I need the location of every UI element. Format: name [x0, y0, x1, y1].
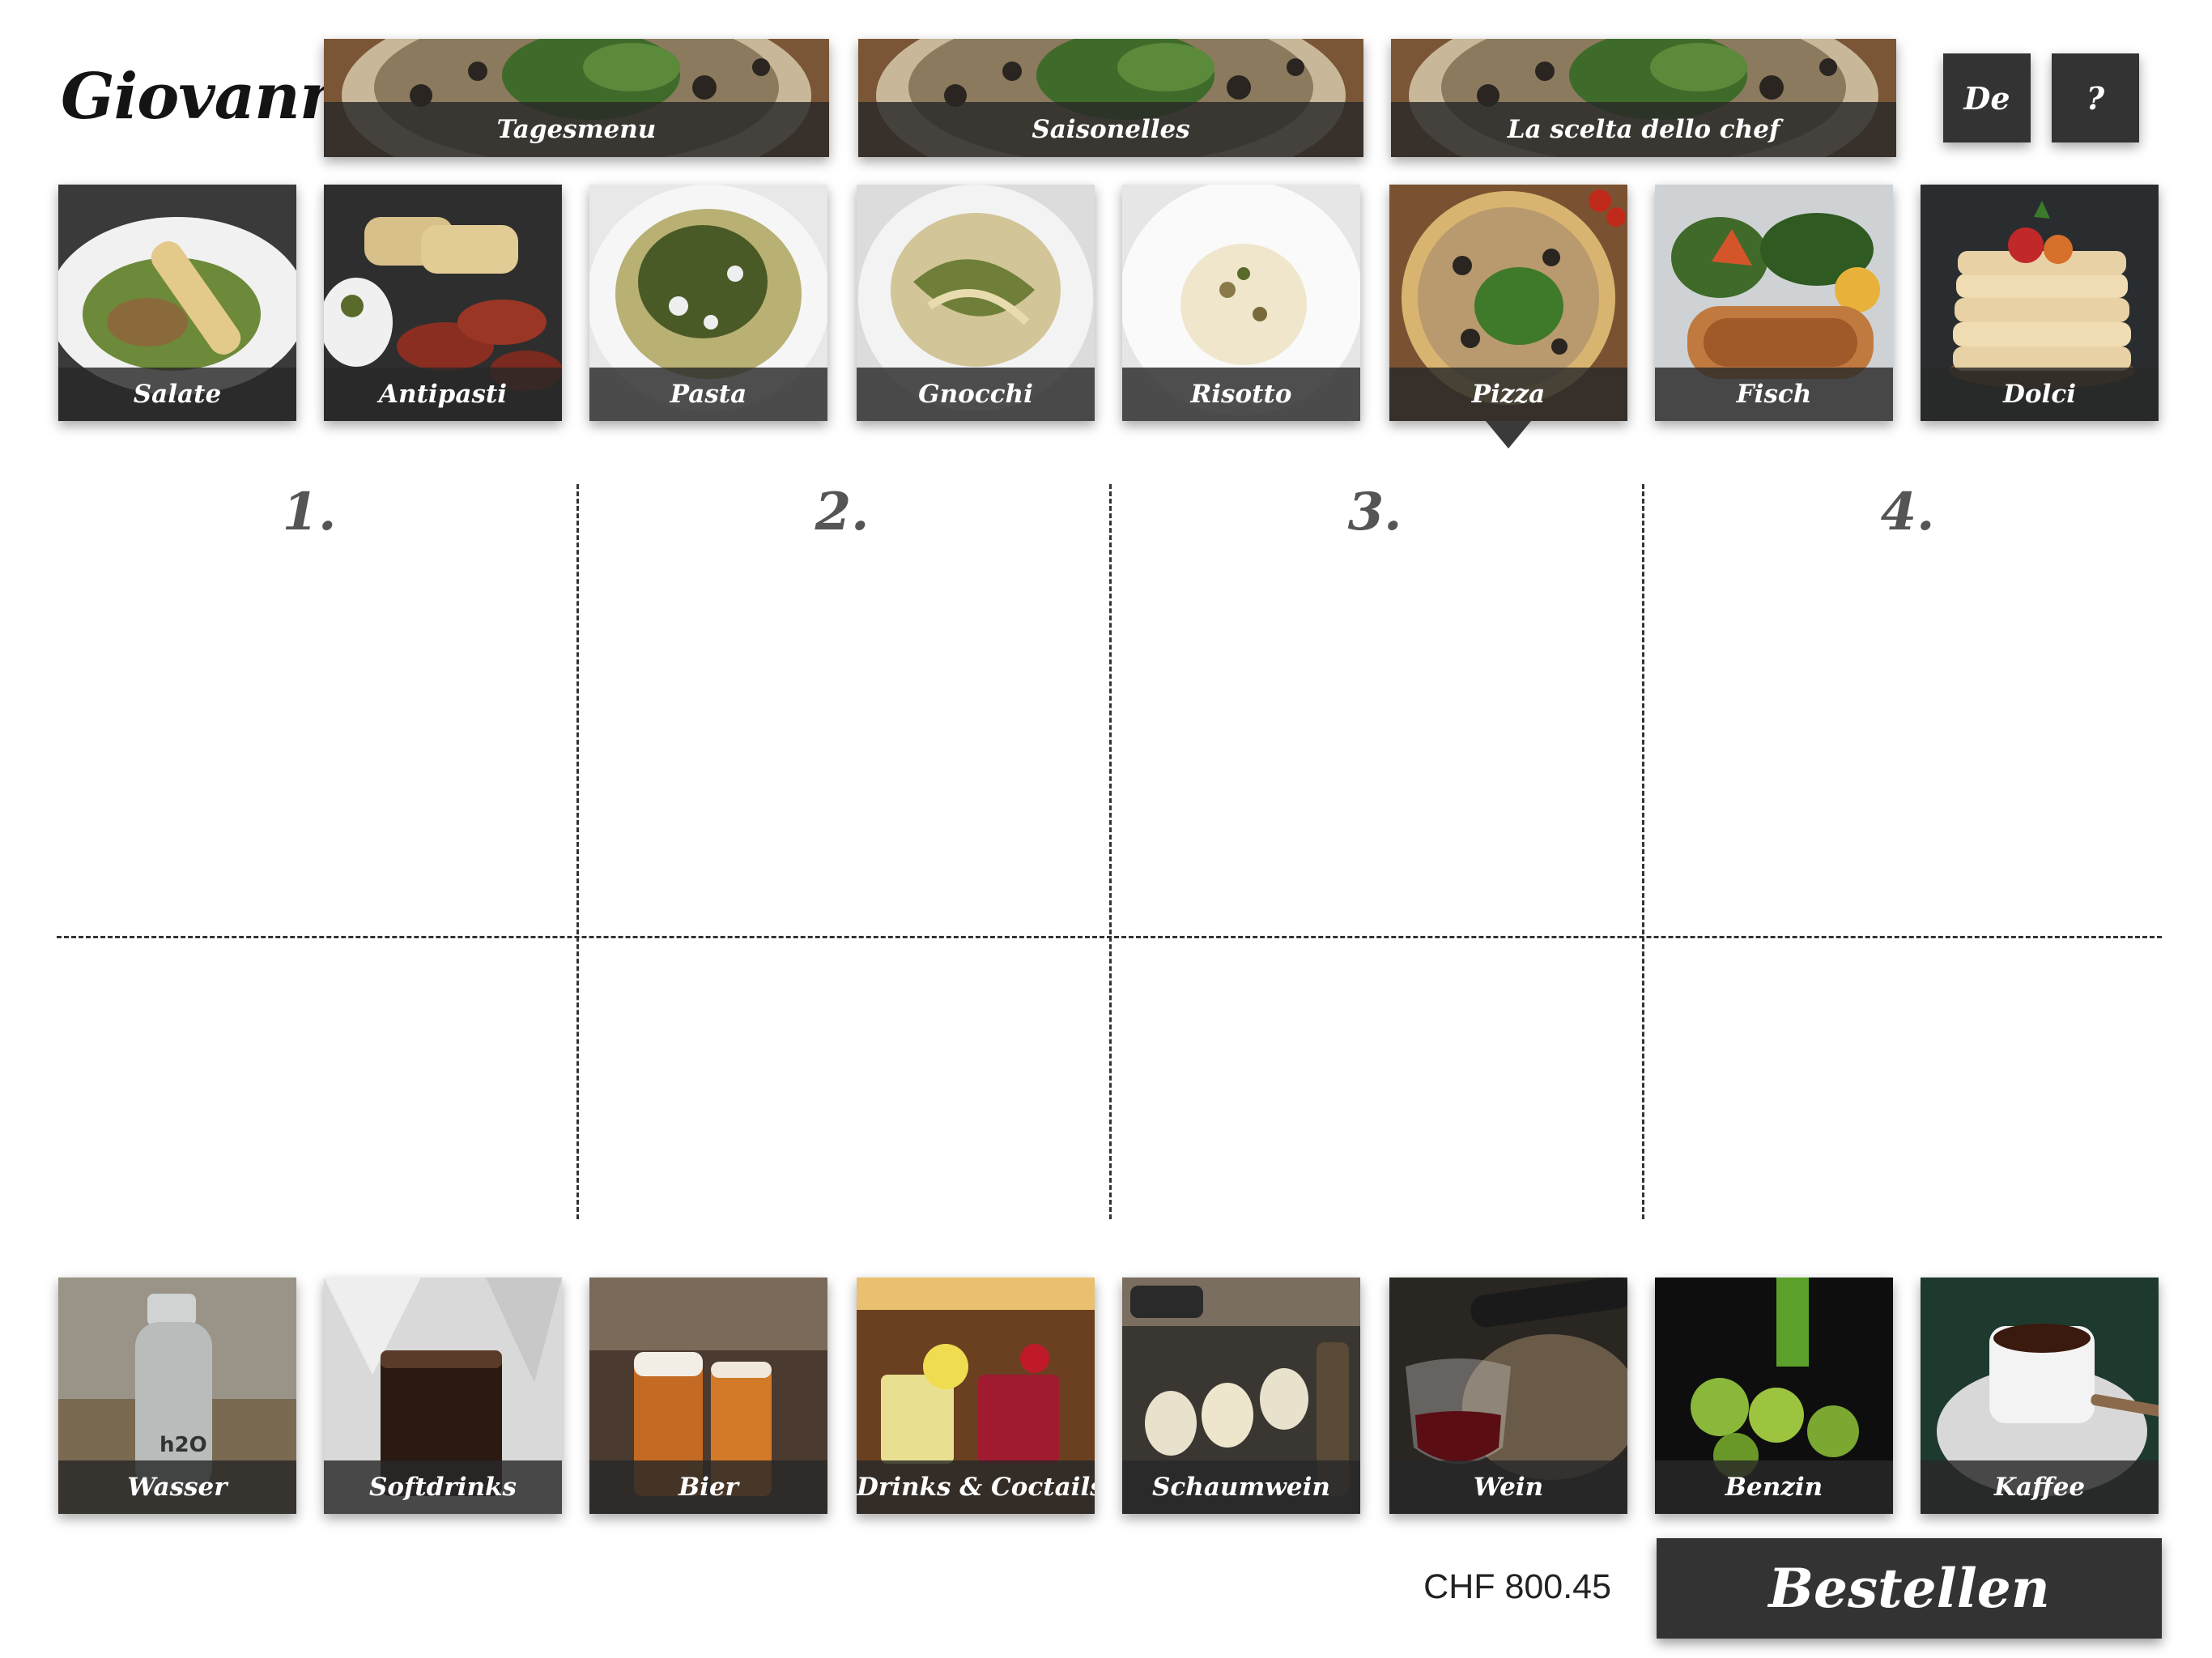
banner-chef-choice[interactable]: La scelta dello chef: [1391, 39, 1896, 157]
drink-wasser[interactable]: h2O Wasser: [58, 1278, 296, 1514]
selected-category-pointer: [1486, 421, 1531, 449]
category-label: Risotto: [1122, 368, 1360, 421]
order-total: CHF 800.45: [1423, 1567, 1611, 1606]
category-pizza[interactable]: Pizza: [1389, 185, 1627, 421]
category-label: Pasta: [589, 368, 827, 421]
drink-wein[interactable]: Wein: [1389, 1278, 1627, 1514]
banner-saisonelles[interactable]: Saisonelles: [858, 39, 1363, 157]
category-label: Antipasti: [324, 368, 562, 421]
category-antipasti[interactable]: Antipasti: [324, 185, 562, 421]
course-drop-zone-1[interactable]: [57, 559, 567, 1214]
category-label: Salate: [58, 368, 296, 421]
drink-label: Wein: [1389, 1460, 1627, 1514]
language-button[interactable]: De: [1943, 53, 2031, 142]
drink-label: Schaumwein: [1122, 1460, 1360, 1514]
category-fisch[interactable]: Fisch: [1655, 185, 1893, 421]
course-number-3: 3.: [1347, 482, 1402, 542]
help-button[interactable]: ?: [2052, 53, 2139, 142]
category-dolci[interactable]: Dolci: [1921, 185, 2159, 421]
course-drop-zone-2[interactable]: [591, 559, 1101, 1214]
category-label: Dolci: [1921, 368, 2159, 421]
category-label: Fisch: [1655, 368, 1893, 421]
drink-label: Benzin: [1655, 1460, 1893, 1514]
drink-label: Drinks & Coctails: [857, 1460, 1095, 1514]
drink-bier[interactable]: Bier: [589, 1278, 827, 1514]
category-gnocchi[interactable]: Gnocchi: [857, 185, 1095, 421]
drink-softdrinks[interactable]: Softdrinks: [324, 1278, 562, 1514]
course-drop-zone-4[interactable]: [1657, 559, 2162, 1214]
app-logo: Giovanni: [61, 60, 368, 134]
drink-label: Kaffee: [1921, 1460, 2159, 1514]
category-salate[interactable]: Salate: [58, 185, 296, 421]
banner-label: Saisonelles: [858, 102, 1363, 157]
column-divider: [576, 484, 579, 1219]
column-divider: [1109, 484, 1112, 1219]
drink-benzin[interactable]: Benzin: [1655, 1278, 1893, 1514]
course-number-4: 4.: [1880, 482, 1935, 542]
drink-schaumwein[interactable]: Schaumwein: [1122, 1278, 1360, 1514]
course-drop-zone-3[interactable]: [1124, 559, 1634, 1214]
course-number-1: 1.: [282, 482, 337, 542]
drink-drinks-coctails[interactable]: Drinks & Coctails: [857, 1278, 1095, 1514]
drink-label: Softdrinks: [324, 1460, 562, 1514]
category-risotto[interactable]: Risotto: [1122, 185, 1360, 421]
category-pasta[interactable]: Pasta: [589, 185, 827, 421]
drink-kaffee[interactable]: Kaffee: [1921, 1278, 2159, 1514]
category-label: Gnocchi: [857, 368, 1095, 421]
banner-label: Tagesmenu: [324, 102, 829, 157]
banner-label: La scelta dello chef: [1391, 102, 1896, 157]
order-button[interactable]: Bestellen: [1657, 1538, 2162, 1639]
column-divider: [1642, 484, 1644, 1219]
banner-tagesmenu[interactable]: Tagesmenu: [324, 39, 829, 157]
category-label: Pizza: [1389, 368, 1627, 421]
course-number-2: 2.: [815, 482, 870, 542]
drink-label: Wasser: [58, 1460, 296, 1514]
drink-label: Bier: [589, 1460, 827, 1514]
svg-text:h2O: h2O: [160, 1433, 207, 1457]
